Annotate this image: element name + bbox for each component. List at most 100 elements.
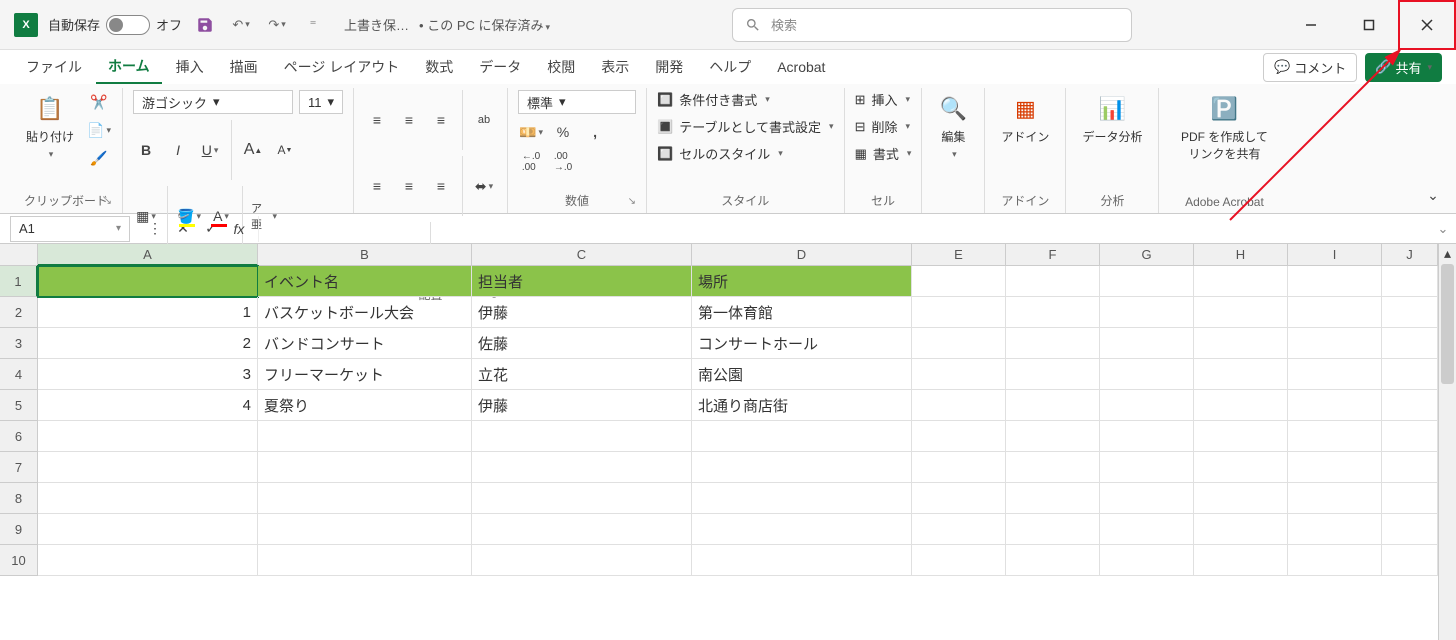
fill-color-button[interactable]: 🪣: [176, 204, 202, 228]
tab-home[interactable]: ホーム: [96, 50, 162, 84]
column-header-B[interactable]: B: [258, 244, 472, 266]
cell-J4[interactable]: [1382, 359, 1438, 390]
column-header-J[interactable]: J: [1382, 244, 1438, 266]
tab-developer[interactable]: 開発: [643, 51, 695, 83]
cell-A8[interactable]: [38, 483, 258, 514]
cell-B1[interactable]: イベント名: [258, 266, 472, 297]
tab-review[interactable]: 校閲: [535, 51, 587, 83]
cell-C5[interactable]: 伊藤: [472, 390, 692, 421]
cell-H1[interactable]: [1194, 266, 1288, 297]
row-header-4[interactable]: 4: [0, 359, 38, 390]
cell-C1[interactable]: 担当者: [472, 266, 692, 297]
cell-E1[interactable]: [912, 266, 1006, 297]
cell-H4[interactable]: [1194, 359, 1288, 390]
cell-I3[interactable]: [1288, 328, 1382, 359]
cell-H9[interactable]: [1194, 514, 1288, 545]
column-header-H[interactable]: H: [1194, 244, 1288, 266]
tab-insert[interactable]: 挿入: [164, 51, 216, 83]
italic-button[interactable]: I: [165, 138, 191, 162]
align-left-button[interactable]: ≡: [364, 174, 390, 198]
column-header-G[interactable]: G: [1100, 244, 1194, 266]
align-top-button[interactable]: ≡: [364, 108, 390, 132]
cell-B8[interactable]: [258, 483, 472, 514]
cell-E6[interactable]: [912, 421, 1006, 452]
row-header-10[interactable]: 10: [0, 545, 38, 576]
row-header-2[interactable]: 2: [0, 297, 38, 328]
cell-I4[interactable]: [1288, 359, 1382, 390]
column-header-C[interactable]: C: [472, 244, 692, 266]
cell-H10[interactable]: [1194, 545, 1288, 576]
cell-B9[interactable]: [258, 514, 472, 545]
cell-A3[interactable]: 2: [38, 328, 258, 359]
cell-G1[interactable]: [1100, 266, 1194, 297]
cell-I10[interactable]: [1288, 545, 1382, 576]
row-header-3[interactable]: 3: [0, 328, 38, 359]
align-bottom-button[interactable]: ≡: [428, 108, 454, 132]
cell-E10[interactable]: [912, 545, 1006, 576]
cell-B3[interactable]: バンドコンサート: [258, 328, 472, 359]
row-header-9[interactable]: 9: [0, 514, 38, 545]
cell-J7[interactable]: [1382, 452, 1438, 483]
align-middle-button[interactable]: ≡: [396, 108, 422, 132]
align-right-button[interactable]: ≡: [428, 174, 454, 198]
select-all-button[interactable]: [0, 244, 38, 266]
tab-data[interactable]: データ: [467, 51, 533, 83]
cell-C3[interactable]: 佐藤: [472, 328, 692, 359]
row-header-8[interactable]: 8: [0, 483, 38, 514]
cell-D8[interactable]: [692, 483, 912, 514]
wrap-text-button[interactable]: ab: [471, 108, 497, 132]
bold-button[interactable]: B: [133, 138, 159, 162]
cell-G2[interactable]: [1100, 297, 1194, 328]
number-launcher[interactable]: ↘: [628, 196, 636, 207]
column-header-F[interactable]: F: [1006, 244, 1100, 266]
cell-B4[interactable]: フリーマーケット: [258, 359, 472, 390]
cell-D9[interactable]: [692, 514, 912, 545]
cell-G7[interactable]: [1100, 452, 1194, 483]
percent-format-button[interactable]: %: [550, 120, 576, 144]
cell-H6[interactable]: [1194, 421, 1288, 452]
conditional-format-button[interactable]: 🔲 条件付き書式: [657, 90, 770, 109]
tab-acrobat[interactable]: Acrobat: [765, 53, 837, 81]
comments-button[interactable]: 💬 コメント: [1263, 53, 1357, 82]
cell-G10[interactable]: [1100, 545, 1194, 576]
cell-E8[interactable]: [912, 483, 1006, 514]
cell-G9[interactable]: [1100, 514, 1194, 545]
format-as-table-button[interactable]: 🔳 テーブルとして書式設定: [657, 117, 834, 136]
cell-A6[interactable]: [38, 421, 258, 452]
cell-F7[interactable]: [1006, 452, 1100, 483]
cell-I7[interactable]: [1288, 452, 1382, 483]
create-pdf-button[interactable]: 🅿️ PDF を作成してリンクを共有: [1169, 90, 1279, 166]
saved-state[interactable]: • この PC に保存済み: [419, 15, 550, 34]
cell-C2[interactable]: 伊藤: [472, 297, 692, 328]
tab-file[interactable]: ファイル: [14, 51, 94, 83]
clipboard-launcher[interactable]: ↘: [104, 196, 112, 207]
cell-D4[interactable]: 南公園: [692, 359, 912, 390]
row-header-5[interactable]: 5: [0, 390, 38, 421]
cell-A2[interactable]: 1: [38, 297, 258, 328]
cell-D7[interactable]: [692, 452, 912, 483]
tab-pagelayout[interactable]: ページ レイアウト: [272, 51, 412, 83]
row-header-6[interactable]: 6: [0, 421, 38, 452]
cell-E7[interactable]: [912, 452, 1006, 483]
cell-G6[interactable]: [1100, 421, 1194, 452]
cell-C6[interactable]: [472, 421, 692, 452]
cell-I9[interactable]: [1288, 514, 1382, 545]
insert-cells-button[interactable]: ⊞ 挿入: [855, 90, 910, 109]
cell-I1[interactable]: [1288, 266, 1382, 297]
cell-A4[interactable]: 3: [38, 359, 258, 390]
cell-B10[interactable]: [258, 545, 472, 576]
cell-E3[interactable]: [912, 328, 1006, 359]
cell-I5[interactable]: [1288, 390, 1382, 421]
column-header-I[interactable]: I: [1288, 244, 1382, 266]
cell-B6[interactable]: [258, 421, 472, 452]
cell-F2[interactable]: [1006, 297, 1100, 328]
cell-H8[interactable]: [1194, 483, 1288, 514]
format-painter-button[interactable]: 🖌️: [86, 146, 112, 170]
qat-customize[interactable]: ⁼: [302, 14, 324, 36]
cell-styles-button[interactable]: 🔲 セルのスタイル: [657, 144, 783, 163]
name-box[interactable]: A1 ▾: [10, 216, 130, 242]
column-header-A[interactable]: A: [38, 244, 258, 266]
formula-bar-expand[interactable]: ⌄: [1430, 221, 1456, 237]
paste-button[interactable]: 📋 貼り付け: [20, 90, 80, 164]
formula-options-button[interactable]: ⋮: [142, 217, 168, 241]
